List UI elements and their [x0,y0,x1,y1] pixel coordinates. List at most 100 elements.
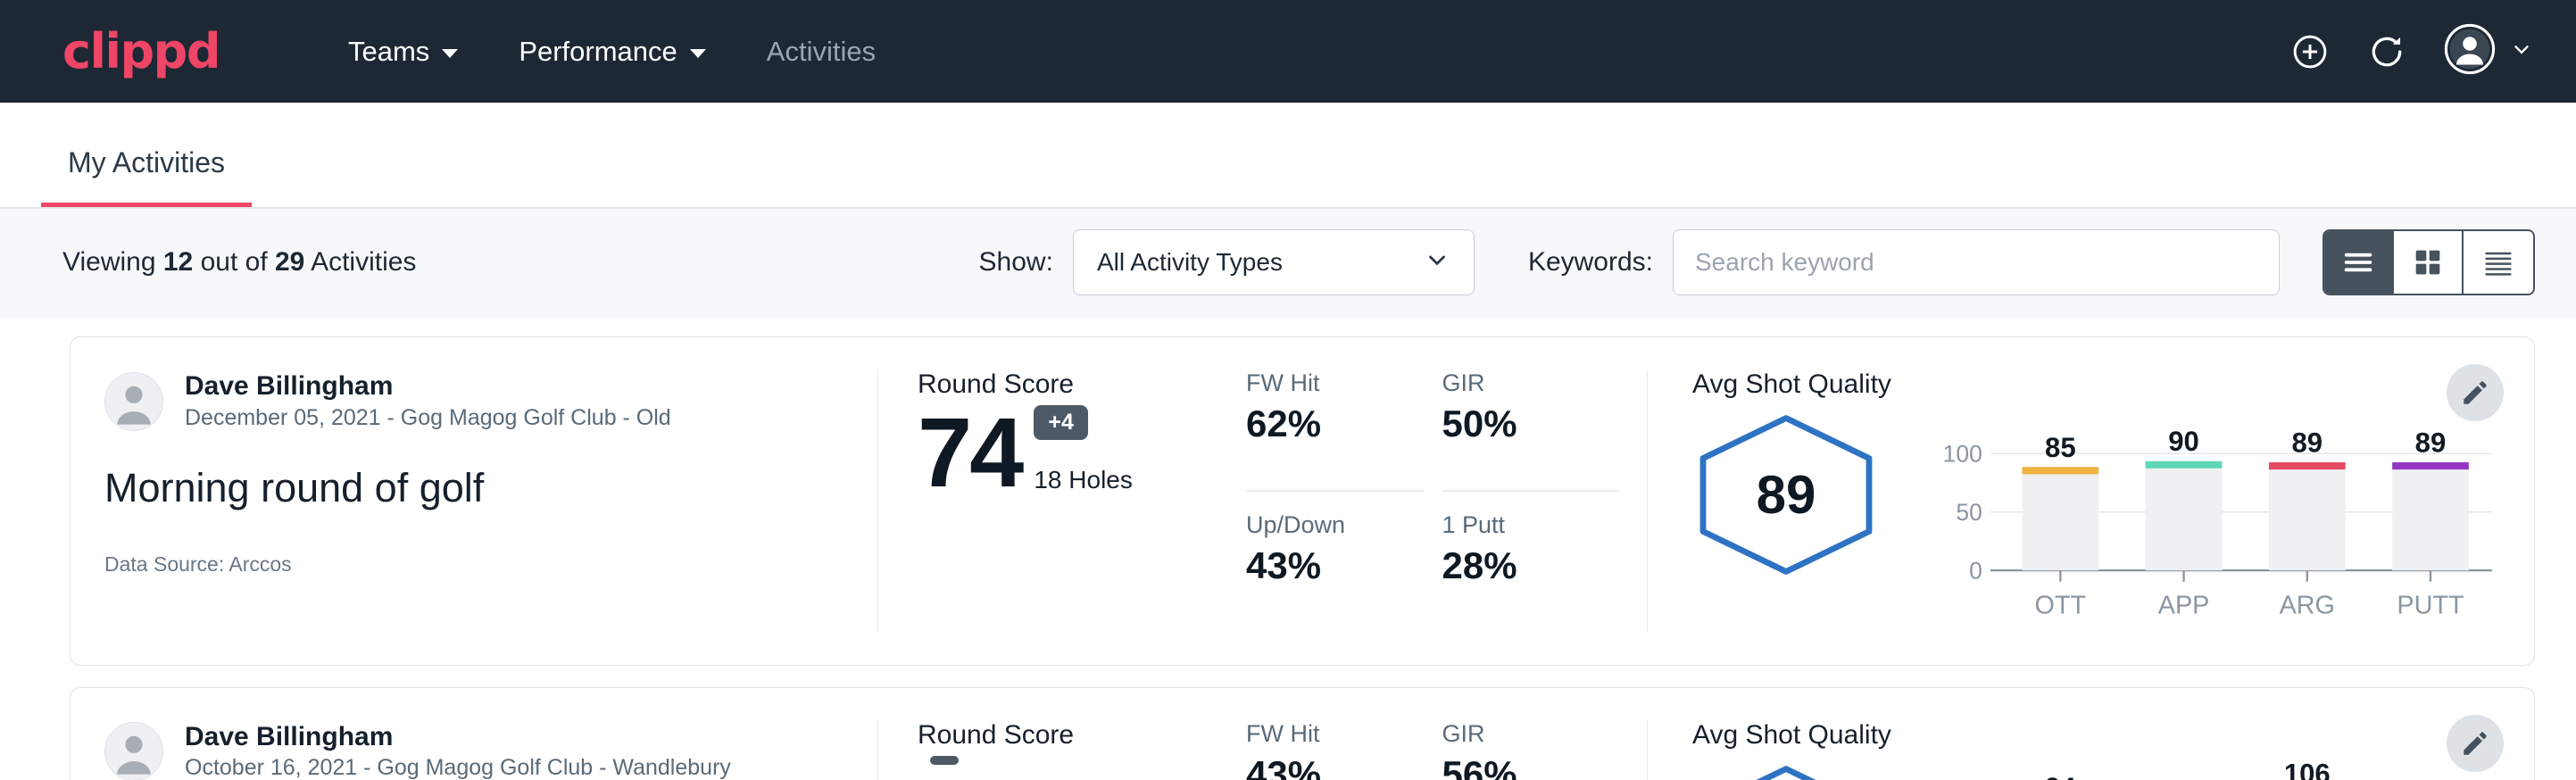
round-score-row: 74 +4 18 Holes [918,405,1228,498]
avg-shot-quality-value [1692,763,1880,780]
top-navbar: clippd Teams Performance Activities [0,0,2576,103]
activity-summary: Dave Billingham December 05, 2021 - Gog … [71,369,878,633]
chevron-down-icon [690,49,706,58]
avg-shot-quality-label: Avg Shot Quality [1692,369,2498,400]
nav-item-performance[interactable]: Performance [488,25,735,79]
stat-label: 1 Putt [1442,511,1621,539]
plus-circle-icon[interactable] [2290,32,2330,71]
svg-text:0: 0 [1969,557,1982,584]
tab-bar: My Activities [0,103,2576,209]
svg-text:APP: APP [2158,592,2210,620]
shot-quality-bar-chart: 0 50 100 85 OTT 90 APP 89 ARG 89 PUTT [1923,407,2498,633]
activity-card[interactable]: Dave Billingham December 05, 2021 - Gog … [70,336,2535,666]
chevron-down-icon [2510,37,2533,65]
shot-quality-hexagon [1692,763,1880,780]
tab-label: My Activities [68,146,225,178]
stat-fw-hit: FW Hit 62% [1246,369,1425,492]
activity-list: Dave Billingham December 05, 2021 - Gog … [0,317,2576,780]
stat-one-putt: 1 Putt 28% [1442,511,1621,632]
svg-text:94: 94 [2045,772,2076,780]
stat-value: 56% [1442,753,1621,780]
author-name: Dave Billingham [185,720,731,754]
activity-meta: October 16, 2021 - Gog Magog Golf Club -… [185,753,731,780]
stat-gir: GIR 50% [1442,369,1621,492]
score-differential-badge [930,756,959,765]
tab-my-activities[interactable]: My Activities [41,146,252,207]
svg-text:OTT: OTT [2035,592,2087,620]
holes-played: 18 Holes [1034,466,1133,494]
viewing-prefix: Viewing [62,247,156,277]
round-score-block: Round Score 74 +4 18 Holes [878,369,1237,633]
svg-text:90: 90 [2168,426,2199,457]
stats-grid: FW Hit 62% GIR 50% Up/Down 43% 1 Putt 28… [1237,369,1648,633]
stat-up-down: Up/Down 43% [1246,511,1425,632]
avg-shot-quality-block: Avg Shot Quality 89 0 50 100 85 OTT 90 APP 89 AR… [1648,369,2534,633]
activity-author: Dave Billingham October 16, 2021 - Gog M… [104,720,838,780]
stat-value: 28% [1442,544,1621,587]
avg-shot-quality-label: Avg Shot Quality [1692,720,2498,751]
activity-type-value: All Activity Types [1097,248,1283,277]
round-score-block: Round Score [878,720,1237,780]
account-menu[interactable] [2444,23,2533,79]
svg-text:PUTT: PUTT [2397,592,2464,620]
view-toggle-list[interactable] [2324,231,2394,294]
nav-item-teams[interactable]: Teams [318,25,488,79]
avatar [104,722,163,780]
edit-activity-button[interactable] [2447,364,2504,421]
stat-value: 50% [1442,402,1621,445]
clippd-logo[interactable]: clippd [62,23,220,79]
round-score-value: 74 [918,408,1021,498]
activity-author: Dave Billingham December 05, 2021 - Gog … [104,369,838,433]
stat-value: 62% [1246,402,1425,445]
stat-gir: GIR 56% [1442,720,1621,780]
activity-summary: Dave Billingham October 16, 2021 - Gog M… [71,720,878,780]
activity-type-select[interactable]: All Activity Types [1073,229,1475,295]
shot-quality-bar-chart: 05010094OTT82APP106ARG87PUTT [1923,758,2498,780]
stat-label: GIR [1442,369,1621,397]
activity-title: Morning round of golf [104,465,838,511]
edit-activity-button[interactable] [2447,715,2504,772]
refresh-icon[interactable] [2367,32,2406,71]
search-input[interactable] [1673,229,2280,295]
svg-text:50: 50 [1956,499,1982,526]
navbar-actions [2290,23,2533,79]
activity-meta: December 05, 2021 - Gog Magog Golf Club … [185,403,671,434]
viewing-suffix: Activities [311,247,416,277]
avatar [104,372,163,431]
show-label: Show: [979,247,1053,278]
view-toggle-compact[interactable] [2464,231,2533,294]
svg-text:89: 89 [2291,427,2323,459]
stat-label: GIR [1442,720,1621,748]
edit-pencil-icon [2460,378,2490,408]
svg-text:106: 106 [2284,758,2331,780]
nav-label-teams: Teams [348,36,429,68]
chevron-down-icon [1424,246,1450,279]
filter-controls: Show: All Activity Types Keywords: [979,229,2535,295]
nav-label-activities: Activities [767,36,876,68]
round-score-row [918,756,1228,780]
stat-value: 43% [1246,753,1425,780]
svg-text:100: 100 [1943,440,1982,467]
edit-pencil-icon [2460,728,2490,759]
view-mode-toggle [2323,229,2535,295]
stat-label: Up/Down [1246,511,1425,539]
svg-text:89: 89 [2415,427,2447,459]
viewing-count: 12 [163,247,193,277]
view-toggle-grid[interactable] [2394,231,2464,294]
round-score-label: Round Score [918,369,1228,400]
primary-nav: Teams Performance Activities [318,25,906,79]
chevron-down-icon [442,49,458,58]
keywords-label: Keywords: [1528,247,1653,278]
filter-bar: Viewing 12 out of 29 Activities Show: Al… [0,209,2576,317]
stat-label: FW Hit [1246,369,1425,397]
stats-grid: FW Hit 43% GIR 56% Up/Down 1 Putt [1237,720,1648,780]
data-source: Data Source: Arccos [104,552,838,577]
avg-shot-quality-block: Avg Shot Quality 05010094OTT82APP106ARG8… [1648,720,2534,780]
round-score-label: Round Score [918,720,1228,751]
nav-item-activities[interactable]: Activities [736,25,906,79]
viewing-mid: out of [201,247,268,277]
activity-card[interactable]: Dave Billingham October 16, 2021 - Gog M… [70,687,2535,780]
svg-text:85: 85 [2045,432,2076,463]
svg-text:ARG: ARG [2280,592,2335,620]
author-name: Dave Billingham [185,369,671,403]
